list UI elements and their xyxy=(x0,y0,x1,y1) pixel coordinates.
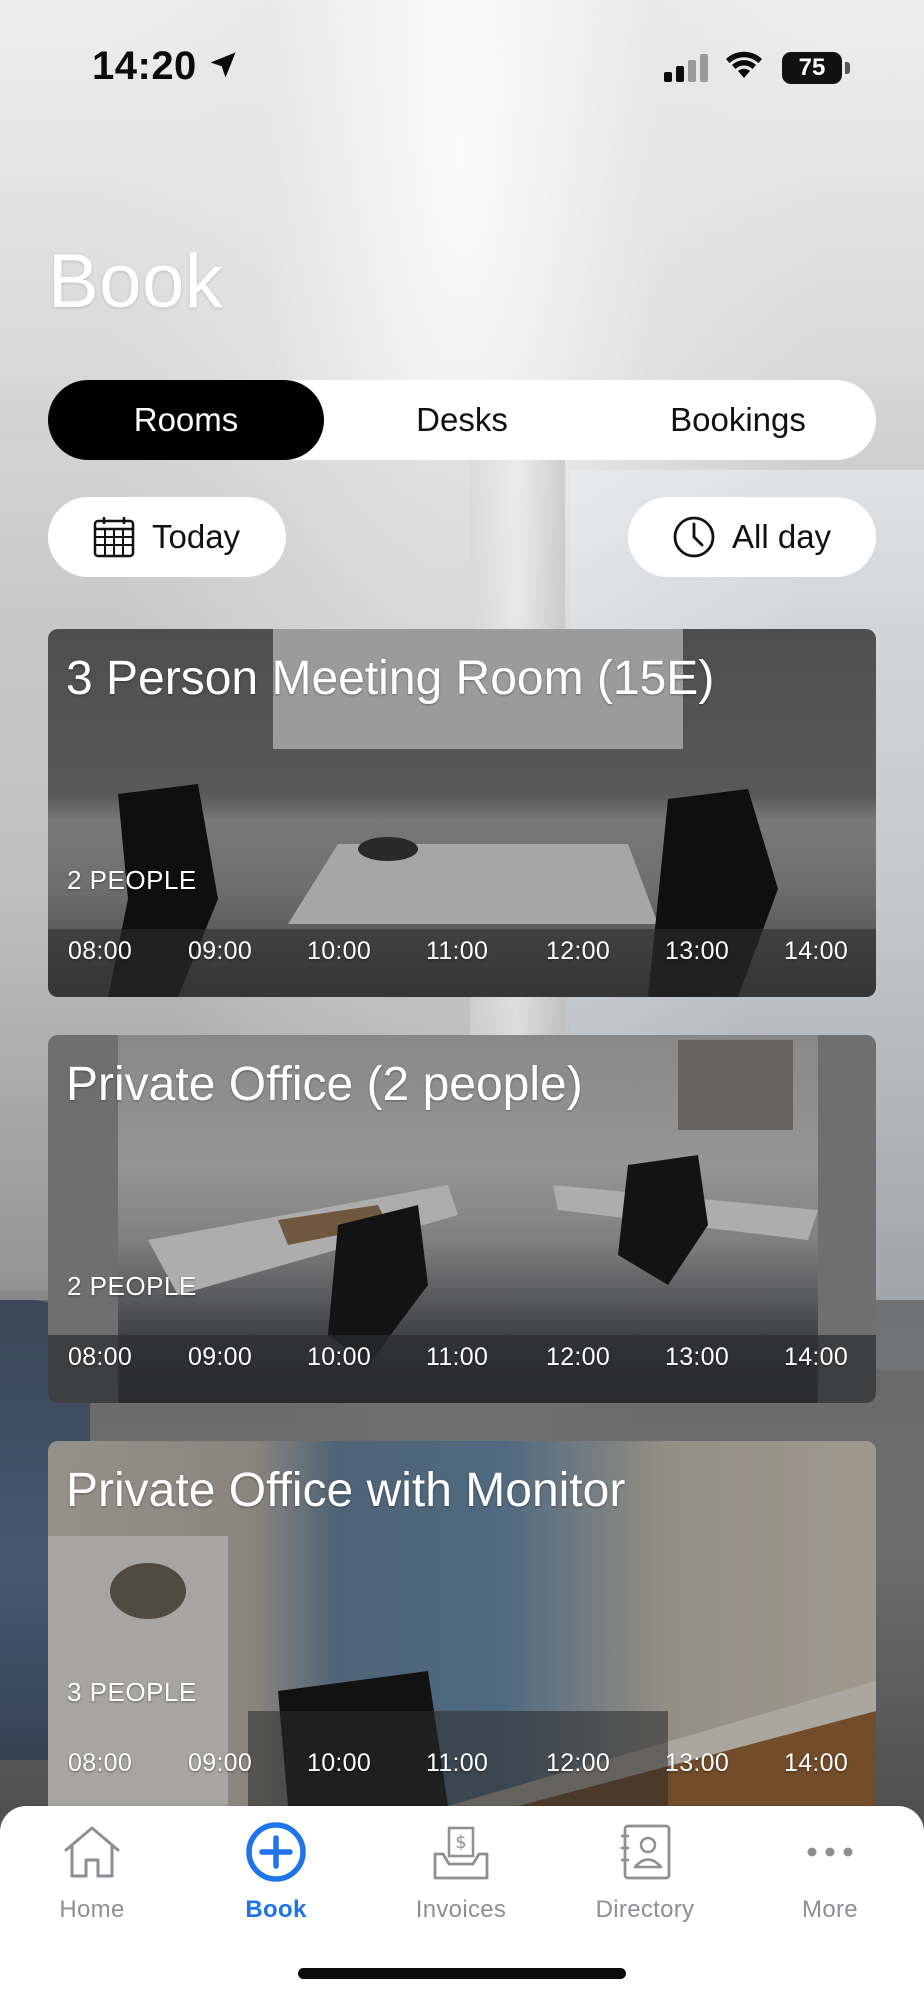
room-card[interactable]: Private Office with Monitor 3 PEOPLE 08:… xyxy=(48,1441,876,1806)
calendar-icon xyxy=(93,517,135,558)
contact-book-icon xyxy=(621,1824,671,1880)
battery-indicator: 75 xyxy=(782,52,842,84)
time-slot[interactable]: 08:00 xyxy=(68,1343,132,1372)
battery-cap xyxy=(845,62,850,74)
tab-directory[interactable]: Directory xyxy=(565,1820,725,1940)
tab-home-label: Home xyxy=(59,1896,125,1923)
time-slot[interactable]: 14:00 xyxy=(784,937,848,966)
time-slot[interactable]: 14:00 xyxy=(784,1343,848,1372)
tab-desks[interactable]: Desks xyxy=(324,380,600,460)
time-filter-label: All day xyxy=(732,518,832,555)
home-indicator[interactable] xyxy=(298,1968,626,1979)
tab-invoices-label: Invoices xyxy=(415,1896,507,1923)
room-name: Private Office with Monitor xyxy=(66,1464,626,1517)
tab-home[interactable]: Home xyxy=(12,1820,172,1940)
tab-book-label: Book xyxy=(245,1896,307,1923)
tab-bookings[interactable]: Bookings xyxy=(600,380,876,460)
time-slot[interactable]: 12:00 xyxy=(546,937,610,966)
time-slot[interactable]: 12:00 xyxy=(546,1749,610,1778)
status-bar: 14:20 75 xyxy=(0,0,924,130)
time-slot[interactable]: 11:00 xyxy=(426,937,488,966)
more-dots-icon xyxy=(807,1847,853,1857)
room-capacity: 2 PEOPLE xyxy=(67,1271,197,1301)
time-slots: 08:00 09:00 10:00 11:00 12:00 13:00 14:0… xyxy=(48,1749,876,1789)
tab-directory-label: Directory xyxy=(595,1896,695,1923)
invoice-tray-icon: $ xyxy=(433,1826,489,1880)
date-filter-label: Today xyxy=(152,518,241,555)
room-name: 3 Person Meeting Room (15E) xyxy=(66,652,715,705)
status-time: 14:20 xyxy=(92,44,197,88)
room-name: Private Office (2 people) xyxy=(66,1058,583,1111)
location-arrow-icon xyxy=(210,52,236,78)
time-slot[interactable]: 11:00 xyxy=(426,1343,488,1372)
tab-more-label: More xyxy=(802,1896,858,1923)
tab-book[interactable]: Book xyxy=(196,1820,356,1940)
time-slot[interactable]: 09:00 xyxy=(188,1343,252,1372)
home-icon xyxy=(64,1826,120,1878)
time-slot[interactable]: 09:00 xyxy=(188,1749,252,1778)
svg-text:$: $ xyxy=(455,1832,466,1853)
time-slot[interactable]: 10:00 xyxy=(307,1749,371,1778)
time-slot[interactable]: 13:00 xyxy=(665,1343,729,1372)
tab-more[interactable]: More xyxy=(750,1820,910,1940)
time-slot[interactable]: 14:00 xyxy=(784,1749,848,1778)
time-slot[interactable]: 10:00 xyxy=(307,937,371,966)
time-slot[interactable]: 08:00 xyxy=(68,1749,132,1778)
time-slot[interactable]: 09:00 xyxy=(188,937,252,966)
room-capacity: 2 PEOPLE xyxy=(67,865,197,895)
time-slot[interactable]: 08:00 xyxy=(68,937,132,966)
time-slots: 08:00 09:00 10:00 11:00 12:00 13:00 14:0… xyxy=(48,937,876,977)
room-card[interactable]: Private Office (2 people) 2 PEOPLE 08:00… xyxy=(48,1035,876,1403)
room-capacity: 3 PEOPLE xyxy=(67,1677,197,1707)
cellular-signal-icon xyxy=(664,54,708,82)
wifi-icon xyxy=(726,51,762,78)
time-slots: 08:00 09:00 10:00 11:00 12:00 13:00 14:0… xyxy=(48,1343,876,1383)
tab-invoices[interactable]: $ Invoices xyxy=(381,1820,541,1940)
time-slot[interactable]: 13:00 xyxy=(665,1749,729,1778)
segmented-control: Rooms Desks Bookings xyxy=(48,380,876,460)
time-slot[interactable]: 13:00 xyxy=(665,937,729,966)
time-slot[interactable]: 10:00 xyxy=(307,1343,371,1372)
date-filter-button[interactable]: Today xyxy=(48,497,286,577)
plus-circle-icon xyxy=(246,1822,306,1882)
page-title: Book xyxy=(48,239,224,324)
time-slot[interactable]: 11:00 xyxy=(426,1749,488,1778)
tab-rooms[interactable]: Rooms xyxy=(48,380,324,460)
room-card[interactable]: 3 Person Meeting Room (15E) 2 PEOPLE 08:… xyxy=(48,629,876,997)
time-slot[interactable]: 12:00 xyxy=(546,1343,610,1372)
time-filter-button[interactable]: All day xyxy=(628,497,876,577)
clock-icon xyxy=(673,516,715,558)
